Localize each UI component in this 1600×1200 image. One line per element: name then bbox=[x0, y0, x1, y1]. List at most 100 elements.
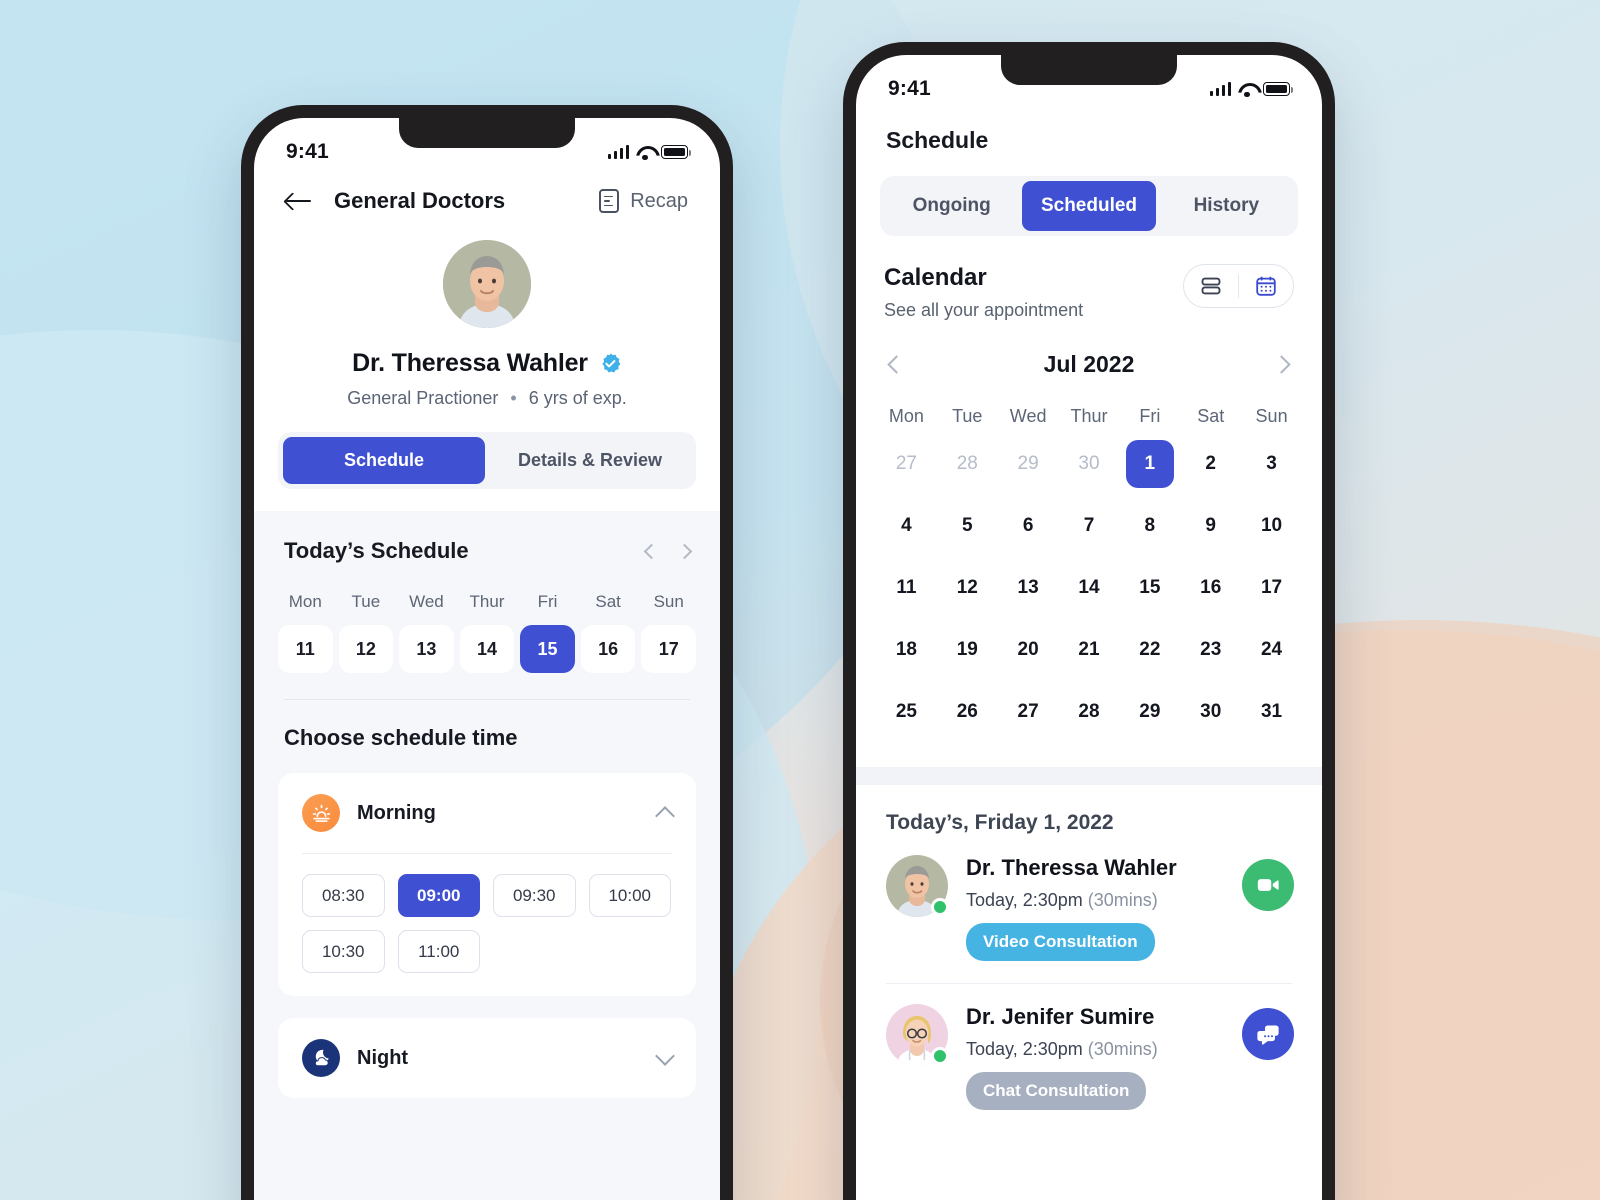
chevron-down-icon[interactable] bbox=[655, 1045, 675, 1066]
time-slot-selected[interactable]: 09:00 bbox=[397, 874, 480, 917]
calendar-day[interactable]: 26 bbox=[937, 683, 998, 741]
calendar-day[interactable]: 30 bbox=[1180, 683, 1241, 741]
profile-tabs: Schedule Details & Review bbox=[278, 432, 696, 489]
chat-bubbles-icon[interactable] bbox=[1242, 1008, 1294, 1060]
calendar-day[interactable]: 16 bbox=[1180, 559, 1241, 617]
calendar-day[interactable]: 25 bbox=[876, 683, 937, 741]
calendar-day[interactable]: 28 bbox=[937, 435, 998, 493]
time-slot[interactable]: 11:00 bbox=[397, 930, 480, 973]
calendar-day[interactable]: 27 bbox=[876, 435, 937, 493]
calendar-day[interactable]: 7 bbox=[1059, 497, 1120, 555]
time-slot[interactable]: 08:30 bbox=[302, 874, 385, 917]
calendar-day-label: 4 bbox=[901, 515, 912, 536]
calendar-day-label: 23 bbox=[1200, 639, 1222, 660]
appointment-row[interactable]: Dr. Jenifer Sumire Today, 2:30pm (30mins… bbox=[856, 984, 1322, 1110]
weekday-labels: Mon Tue Wed Thur Fri Sat Sun bbox=[254, 592, 720, 612]
weekday-label: Sun bbox=[1255, 406, 1288, 426]
calendar-day[interactable]: 6 bbox=[998, 497, 1059, 555]
appointment-duration: (30mins) bbox=[1087, 890, 1158, 910]
time-slot[interactable]: 10:00 bbox=[588, 874, 671, 917]
battery-full-icon bbox=[661, 145, 692, 159]
slot-group-label: Night bbox=[357, 1046, 409, 1069]
calendar-day[interactable]: 12 bbox=[937, 559, 998, 617]
chevron-right-icon[interactable] bbox=[1272, 355, 1291, 374]
chevron-right-icon[interactable] bbox=[676, 543, 693, 559]
calendar-day[interactable]: 3 bbox=[1241, 435, 1302, 493]
left-status-bar: 9:41 bbox=[254, 118, 720, 176]
day-cell[interactable]: 12 bbox=[338, 625, 394, 673]
slot-group-header[interactable]: Morning bbox=[302, 773, 675, 853]
calendar-day[interactable]: 30 bbox=[1059, 435, 1120, 493]
tab-details-review[interactable]: Details & Review bbox=[489, 437, 691, 484]
calendar-day[interactable]: 28 bbox=[1059, 683, 1120, 741]
calendar-day[interactable]: 22 bbox=[1119, 621, 1180, 679]
calendar-day-label: 18 bbox=[895, 639, 917, 660]
doctor-name: Dr. Theressa Wahler bbox=[352, 349, 588, 377]
weekday-label: Tue bbox=[351, 592, 381, 611]
calendar-day[interactable]: 11 bbox=[876, 559, 937, 617]
chevron-up-icon[interactable] bbox=[655, 805, 675, 826]
calendar-day[interactable]: 21 bbox=[1059, 621, 1120, 679]
appointment-doctor-name: Dr. Theressa Wahler bbox=[966, 855, 1177, 880]
calendar-day[interactable]: 14 bbox=[1059, 559, 1120, 617]
tab-ongoing[interactable]: Ongoing bbox=[885, 181, 1018, 231]
calendar-day[interactable]: 18 bbox=[876, 621, 937, 679]
slot-group-morning: Morning 08:30 09:00 09:30 10:00 10:30 11… bbox=[278, 773, 696, 996]
calendar-day[interactable]: 31 bbox=[1241, 683, 1302, 741]
document-icon bbox=[599, 189, 620, 213]
time-slot[interactable]: 09:30 bbox=[493, 874, 576, 917]
slot-group-label: Morning bbox=[357, 801, 436, 824]
todays-schedule-header: Today’s Schedule bbox=[254, 511, 720, 564]
tab-schedule[interactable]: Schedule bbox=[283, 437, 485, 484]
day-cell-selected[interactable]: 15 bbox=[520, 625, 575, 673]
calendar-day[interactable]: 17 bbox=[1241, 559, 1302, 617]
calendar-day[interactable]: 13 bbox=[998, 559, 1059, 617]
calendar-day[interactable]: 27 bbox=[998, 683, 1059, 741]
app-bar-left-group: General Doctors bbox=[286, 188, 505, 214]
calendar-day[interactable]: 29 bbox=[1119, 683, 1180, 741]
calendar-day-selected[interactable]: 1 bbox=[1119, 435, 1180, 493]
phone-mockup-right: 9:41 Schedule Ongoing Scheduled History … bbox=[843, 42, 1335, 1200]
status-time: 9:41 bbox=[286, 140, 329, 163]
calendar-day-label: 13 bbox=[1017, 577, 1039, 598]
month-navigation: Jul 2022 bbox=[856, 321, 1322, 378]
day-cell[interactable]: 13 bbox=[399, 625, 454, 673]
calendar-day[interactable]: 8 bbox=[1119, 497, 1180, 555]
calendar-day-label: 12 bbox=[956, 577, 978, 598]
calendar-day[interactable]: 20 bbox=[998, 621, 1059, 679]
day-cell[interactable]: 17 bbox=[641, 625, 696, 673]
schedule-body: Today’s Schedule Mon Tue Wed Thur Fri Sa… bbox=[254, 511, 720, 1200]
calendar-day-label: 31 bbox=[1260, 701, 1283, 722]
recap-button[interactable]: Recap bbox=[599, 189, 688, 213]
calendar-day[interactable]: 23 bbox=[1180, 621, 1241, 679]
right-screen: 9:41 Schedule Ongoing Scheduled History … bbox=[856, 55, 1322, 1200]
calendar-day-label: 27 bbox=[895, 453, 917, 474]
day-cell[interactable]: 16 bbox=[580, 625, 636, 673]
wifi-icon bbox=[636, 146, 654, 161]
list-view-icon[interactable] bbox=[1184, 265, 1238, 307]
video-camera-icon[interactable] bbox=[1242, 859, 1294, 911]
calendar-day[interactable]: 2 bbox=[1180, 435, 1241, 493]
calendar-day[interactable]: 24 bbox=[1241, 621, 1302, 679]
appointment-row[interactable]: Dr. Theressa Wahler Today, 2:30pm (30min… bbox=[856, 835, 1322, 961]
slot-group-header[interactable]: Night bbox=[302, 1018, 675, 1098]
calendar-day[interactable]: 19 bbox=[937, 621, 998, 679]
day-cell[interactable]: 14 bbox=[459, 625, 515, 673]
calendar-day[interactable]: 10 bbox=[1241, 497, 1302, 555]
time-slot[interactable]: 10:30 bbox=[302, 930, 385, 973]
calendar-day[interactable]: 9 bbox=[1180, 497, 1241, 555]
day-cell[interactable]: 11 bbox=[278, 625, 333, 673]
calendar-day[interactable]: 4 bbox=[876, 497, 937, 555]
weekday-label: Thur bbox=[1070, 406, 1108, 426]
appointments-title: Today’s, Friday 1, 2022 bbox=[886, 811, 1114, 834]
chevron-left-icon[interactable] bbox=[643, 543, 660, 559]
calendar-day[interactable]: 5 bbox=[937, 497, 998, 555]
tab-scheduled[interactable]: Scheduled bbox=[1022, 181, 1156, 231]
calendar-day[interactable]: 29 bbox=[998, 435, 1059, 493]
calendar-day[interactable]: 15 bbox=[1119, 559, 1180, 617]
calendar-view-icon[interactable] bbox=[1239, 265, 1293, 307]
tab-history[interactable]: History bbox=[1160, 181, 1293, 231]
back-arrow-icon[interactable] bbox=[286, 191, 312, 211]
section-divider bbox=[856, 767, 1322, 785]
chevron-left-icon[interactable] bbox=[887, 355, 906, 374]
